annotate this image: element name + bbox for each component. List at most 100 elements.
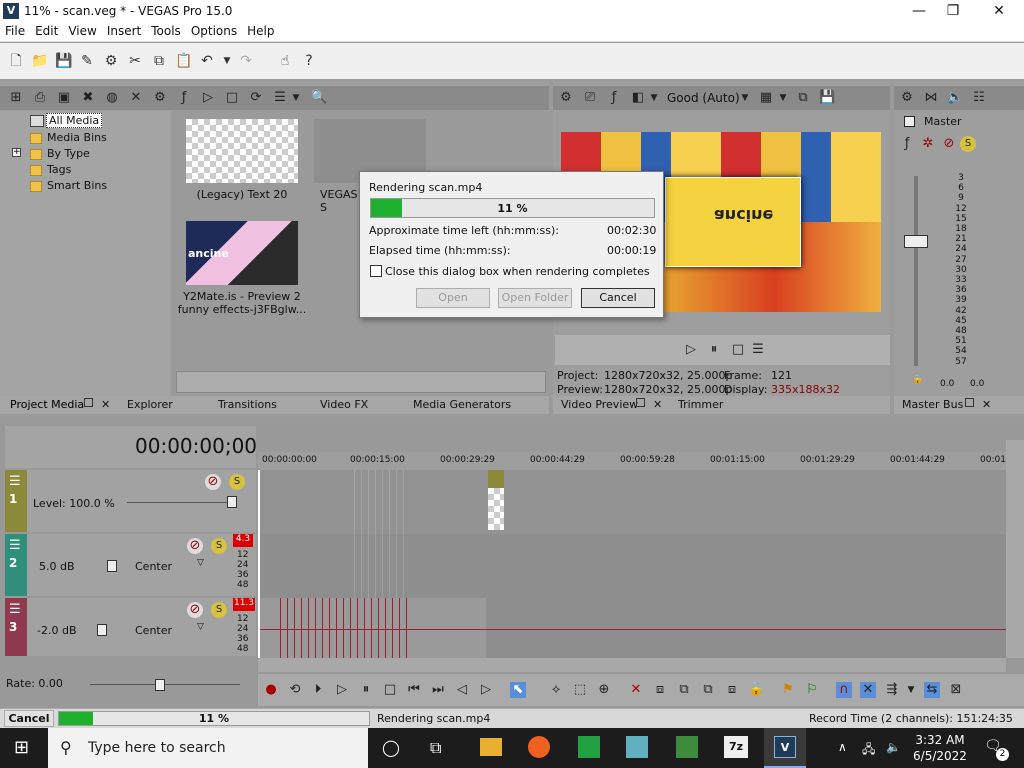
undo-icon[interactable]: ↶	[199, 53, 215, 69]
menu-file[interactable]: File	[0, 22, 30, 40]
video-fx-icon[interactable]: ƒ	[606, 90, 622, 106]
timeline-horizontal-scrollbar[interactable]	[258, 658, 1006, 672]
record-icon[interactable]: ●	[263, 682, 279, 698]
views-icon[interactable]: ☰	[272, 90, 288, 106]
audio-event[interactable]	[258, 598, 486, 658]
pause-icon[interactable]: ⏸	[358, 682, 374, 698]
fx-icon[interactable]: ƒ	[899, 136, 915, 152]
split-screen-icon[interactable]: ◧	[630, 90, 646, 106]
status-cancel-button[interactable]: Cancel	[4, 710, 54, 727]
new-icon[interactable]: 🗋	[8, 53, 24, 69]
save-as-icon[interactable]: ✎	[79, 53, 95, 69]
close-button[interactable]: ✕	[984, 2, 1014, 20]
quality-dropdown-icon[interactable]: ▼	[737, 90, 753, 106]
stop-icon[interactable]: □	[224, 90, 240, 106]
master-bypass-icon[interactable]	[904, 116, 915, 127]
speaker-icon[interactable]: 🔈	[947, 90, 963, 106]
next-frame-icon[interactable]: ▷	[478, 682, 494, 698]
downmix-icon[interactable]: ⋈	[923, 90, 939, 106]
app-icon[interactable]	[578, 736, 600, 758]
external-monitor-icon[interactable]: ⎚	[582, 90, 598, 106]
clock-date[interactable]: 6/5/2022	[910, 749, 970, 763]
minimize-button[interactable]: —	[904, 2, 934, 20]
clock-time[interactable]: 3:32 AM	[910, 733, 970, 747]
media-scrollbar[interactable]	[176, 371, 546, 393]
stop-icon[interactable]: □	[730, 342, 746, 358]
play-icon[interactable]: ▷	[683, 342, 699, 358]
lock-icon[interactable]: 🔒	[748, 682, 764, 698]
cut-icon[interactable]: ✂	[127, 53, 143, 69]
preview-quality[interactable]: Good (Auto)	[667, 91, 740, 105]
envelope-tool-icon[interactable]: ⟡	[548, 682, 564, 698]
cortana-icon[interactable]: ◯	[382, 738, 400, 757]
go-to-end-icon[interactable]: ⏭	[430, 682, 446, 698]
rate-slider[interactable]	[90, 684, 240, 685]
timecode-display[interactable]: 00:00:00;00	[135, 434, 257, 458]
media-properties-icon[interactable]: ⚙	[152, 90, 168, 106]
video-event[interactable]	[488, 470, 504, 488]
open-folder-button[interactable]: Open Folder	[498, 288, 572, 308]
trim-end-icon[interactable]: ⧉	[700, 682, 716, 698]
tab-trimmer[interactable]: Trimmer	[678, 398, 723, 411]
maximize-icon[interactable]	[636, 398, 645, 407]
close-icon[interactable]: ✕	[101, 398, 110, 411]
trim-icon[interactable]: ⧈	[652, 682, 668, 698]
video-event-thumb[interactable]	[488, 488, 504, 530]
mute-icon[interactable]: ⊘	[205, 474, 221, 490]
preview-properties-icon[interactable]: ⚙	[558, 90, 574, 106]
network-icon[interactable]: 🖧	[862, 740, 875, 761]
delete-icon[interactable]: ✕	[628, 682, 644, 698]
volume-handle[interactable]	[107, 560, 117, 572]
tab-video-fx[interactable]: Video FX	[320, 398, 368, 411]
views-dropdown-icon[interactable]: ▼	[288, 90, 304, 106]
volume-icon[interactable]: 🔈	[886, 740, 901, 754]
trim-start-icon[interactable]: ⧉	[676, 682, 692, 698]
import-media-icon[interactable]: ⊞	[8, 90, 24, 106]
overlays-dropdown-icon[interactable]: ▼	[775, 90, 791, 106]
tree-media-bins[interactable]: Media Bins	[47, 131, 107, 144]
menu-insert[interactable]: Insert	[102, 22, 146, 40]
save-snapshot-icon[interactable]: 💾	[819, 90, 835, 106]
paste-icon[interactable]: 📋	[175, 53, 192, 69]
auto-preview-icon[interactable]: ⟳	[248, 90, 264, 106]
tray-chevron-icon[interactable]: ∧	[838, 740, 847, 754]
pause-icon[interactable]: ⏸	[706, 342, 722, 358]
master-fader-track[interactable]	[914, 176, 918, 366]
media-fx-icon[interactable]: ƒ	[176, 90, 192, 106]
mute-icon[interactable]: ⊘	[187, 602, 203, 618]
pan-handle-icon[interactable]: ▽	[197, 558, 204, 568]
close-icon[interactable]: ✕	[982, 398, 991, 411]
lock-icon[interactable]: 🔒	[912, 375, 923, 385]
stop-icon[interactable]: □	[382, 682, 398, 698]
zoom-tool-icon[interactable]: ⊕	[596, 682, 612, 698]
close-when-done-checkbox[interactable]	[370, 265, 382, 277]
tree-by-type[interactable]: By Type	[47, 147, 90, 160]
tab-media-generators[interactable]: Media Generators	[413, 398, 511, 411]
menu-edit[interactable]: Edit	[30, 22, 63, 40]
play-from-start-icon[interactable]: ⏵	[310, 682, 326, 698]
windows-start-icon[interactable]: ⊞	[14, 738, 34, 758]
globe-icon[interactable]: ◍	[104, 90, 120, 106]
master-fader-handle[interactable]	[904, 235, 928, 248]
lock-envelopes-icon[interactable]: ⇆	[924, 682, 940, 698]
menu-icon[interactable]: ☰	[750, 342, 766, 358]
tab-project-media[interactable]: Project Media	[10, 398, 84, 411]
play-icon[interactable]: ▷	[200, 90, 216, 106]
file-explorer-icon[interactable]	[480, 738, 502, 756]
track-menu-icon[interactable]: ☰	[9, 602, 21, 617]
app-icon[interactable]	[626, 736, 648, 758]
properties-icon[interactable]: ⚙	[103, 53, 119, 69]
menu-help[interactable]: Help	[242, 22, 279, 40]
tab-video-preview[interactable]: Video Preview	[561, 398, 638, 411]
loop-icon[interactable]: ⟲	[287, 682, 303, 698]
track-level-handle[interactable]	[227, 496, 237, 508]
split-icon[interactable]: ⧈	[724, 682, 740, 698]
menu-view[interactable]: View	[63, 22, 101, 40]
open-button[interactable]: Open	[416, 288, 490, 308]
restore-button[interactable]: ❐	[938, 2, 968, 20]
mixer-icon[interactable]: ☷	[971, 90, 987, 106]
volume-handle[interactable]	[97, 624, 107, 636]
fx-chain-icon[interactable]: ✲	[920, 136, 936, 152]
marker-icon[interactable]: ⚑	[780, 682, 796, 698]
play-icon[interactable]: ▷	[334, 682, 350, 698]
